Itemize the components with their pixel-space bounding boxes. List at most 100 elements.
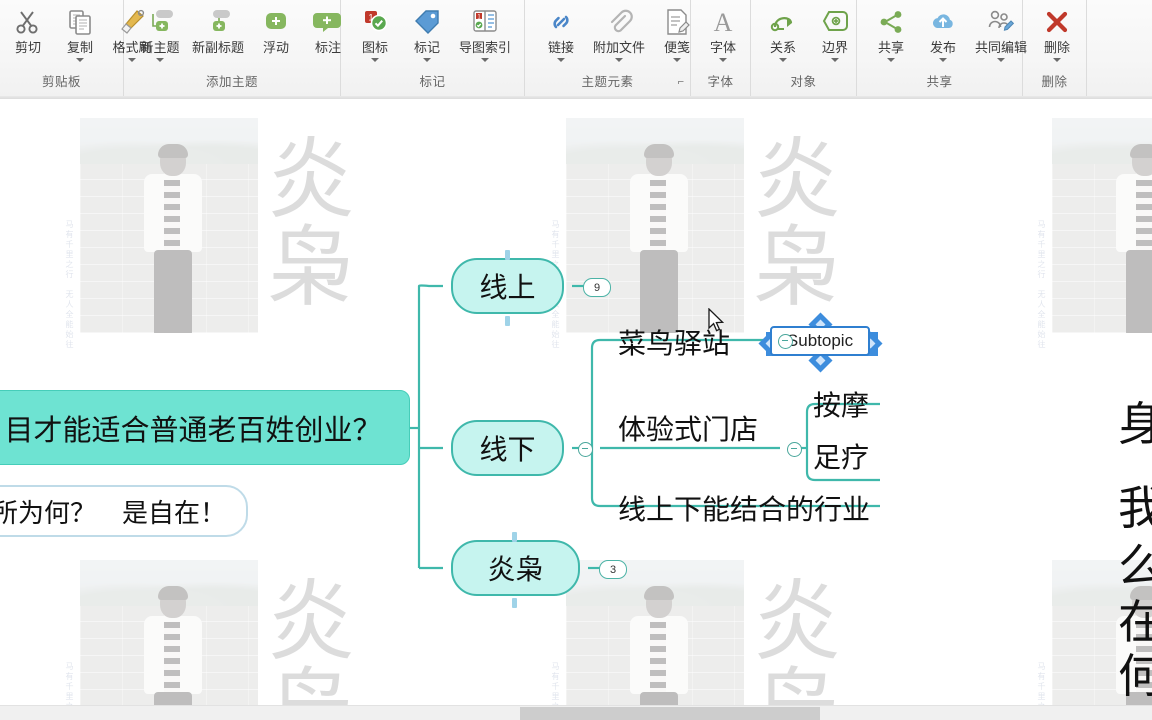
floating-topic-button[interactable]: 浮动: [250, 0, 302, 55]
central-topic-node[interactable]: 目才能适合普通老百姓创业？: [0, 390, 410, 465]
boundary-label: 边界: [821, 40, 848, 55]
chevron-down-icon[interactable]: [371, 58, 379, 62]
share-button[interactable]: 共享: [865, 0, 917, 62]
cloud-upload-icon: [928, 4, 958, 40]
map-index-button[interactable]: 1 导图索引: [453, 0, 517, 62]
child-count-badge-online[interactable]: 9: [583, 278, 611, 297]
right-clipped-node-5[interactable]: 何: [1118, 640, 1152, 705]
main-topic-online[interactable]: 线上: [451, 258, 564, 314]
map-index-label: 导图索引: [459, 40, 512, 55]
new-subtitle-button[interactable]: 新副标题: [186, 0, 250, 55]
chevron-down-icon[interactable]: [557, 58, 565, 62]
tag-label: 标记: [413, 40, 440, 55]
chevron-down-icon[interactable]: [887, 58, 895, 62]
callout-icon: [313, 4, 343, 40]
subtopic-foot-therapy-label: 足疗: [813, 441, 870, 474]
copy-button[interactable]: 复制: [54, 0, 106, 62]
callout-label: 标注: [315, 40, 342, 55]
relationship-button[interactable]: 关系: [757, 0, 809, 62]
chevron-down-icon[interactable]: [481, 58, 489, 62]
relationship-icon: [768, 4, 798, 40]
floating-topic-icon: [261, 4, 291, 40]
chevron-down-icon[interactable]: [673, 58, 682, 62]
right-clipped-node-2[interactable]: 我: [1118, 472, 1152, 538]
collapse-knob-cainiao[interactable]: [778, 334, 793, 349]
group-title-topic-elements: 主题元素: [581, 75, 634, 89]
chevron-down-icon[interactable]: [831, 58, 839, 62]
node-handle-top[interactable]: [512, 532, 517, 542]
subtopic-foot-therapy[interactable]: 足疗: [813, 436, 869, 476]
child-count-yanxiao: 3: [609, 563, 617, 576]
node-handle-bottom[interactable]: [505, 316, 510, 326]
note-icon: [662, 4, 692, 40]
cut-label: 剪切: [14, 40, 41, 55]
group-title-share: 共享: [926, 75, 953, 89]
subtopic-massage[interactable]: 按摩: [813, 384, 869, 424]
copy-label: 复制: [66, 40, 93, 55]
new-topic-label: 新主题: [140, 40, 180, 55]
ribbon-toolbar: 剪切 复制 格式刷 剪贴板 新主题 新副标题 浮动 标注 添加主题 1 图标 标…: [0, 0, 1152, 99]
right-clipped-text-1: 身: [1118, 397, 1152, 451]
new-topic-icon: [144, 4, 176, 40]
subtopic-massage-label: 按摩: [813, 389, 870, 422]
new-subtitle-icon: [202, 4, 234, 40]
collapse-knob-experience-store[interactable]: [787, 442, 802, 457]
floating-topic-label: 浮动: [263, 40, 290, 55]
delete-label: 删除: [1043, 40, 1070, 55]
icon-marker-button[interactable]: 1 图标: [349, 0, 401, 62]
svg-text:A: A: [714, 8, 733, 37]
chevron-down-icon[interactable]: [76, 58, 84, 62]
chevron-down-icon[interactable]: [779, 58, 787, 62]
right-clipped-node-1[interactable]: 身: [1118, 388, 1152, 454]
cut-button[interactable]: 剪切: [2, 0, 54, 55]
hyperlink-button[interactable]: 链接: [535, 0, 587, 62]
hyperlink-label: 链接: [547, 40, 574, 55]
main-topic-yanxiao[interactable]: 炎枭: [451, 540, 580, 596]
group-title-clipboard: 剪贴板: [41, 75, 81, 89]
node-handle-bottom[interactable]: [512, 598, 517, 608]
link-icon: [546, 4, 576, 40]
chevron-down-icon[interactable]: [423, 58, 431, 62]
subtopic-online-offline-industry[interactable]: 线上下能结合的行业: [618, 488, 870, 528]
collapse-knob-offline[interactable]: [578, 442, 593, 457]
chevron-down-icon[interactable]: [997, 58, 1005, 62]
group-title-font: 字体: [707, 75, 734, 89]
attachment-button[interactable]: 附加文件: [587, 0, 651, 62]
node-handle-top[interactable]: [505, 250, 510, 260]
scissors-icon: [13, 4, 43, 40]
font-button[interactable]: A 字体: [697, 0, 749, 62]
chevron-down-icon[interactable]: [156, 58, 164, 62]
chevron-down-icon[interactable]: [615, 58, 623, 62]
main-topic-online-label: 线上: [479, 271, 536, 304]
group-title-object: 对象: [790, 75, 817, 89]
share-nodes-icon: [876, 4, 906, 40]
icon-marker-label: 图标: [361, 40, 388, 55]
tag-icon: [412, 4, 442, 40]
mindmap-canvas[interactable]: 马有千里之行 无人全能始往 炎枭 马有千里之行 无人全能始往 炎枭 马有千里之行…: [0, 100, 1152, 705]
new-topic-button[interactable]: 新主题: [134, 0, 186, 62]
chevron-down-icon[interactable]: [1053, 58, 1061, 62]
tag-button[interactable]: 标记: [401, 0, 453, 62]
subtopic-experience-store[interactable]: 体验式门店: [618, 408, 758, 448]
group-title-delete: 删除: [1041, 75, 1068, 89]
share-label: 共享: [877, 40, 904, 55]
ribbon-group-topic-elements: 链接 附加文件 便笺 ⌐ 主题元素: [525, 0, 691, 96]
secondary-clipped-node[interactable]: 所为何？ 是自在！: [0, 485, 248, 537]
subtopic-cainiao-station[interactable]: 菜鸟驿站: [618, 322, 730, 362]
subtopic-cainiao-station-label: 菜鸟驿站: [618, 327, 731, 360]
horizontal-scrollbar[interactable]: [0, 705, 1152, 720]
child-count-badge-yanxiao[interactable]: 3: [599, 560, 627, 579]
main-topic-offline[interactable]: 线下: [451, 420, 564, 476]
font-a-icon: A: [708, 4, 738, 40]
publish-label: 发布: [929, 40, 956, 55]
note-label: 便笺: [664, 40, 691, 55]
horizontal-scrollbar-thumb[interactable]: [520, 707, 820, 720]
publish-button[interactable]: 发布: [917, 0, 969, 62]
boundary-icon: [820, 4, 850, 40]
boundary-button[interactable]: 边界: [809, 0, 861, 62]
delete-button[interactable]: 删除: [1031, 0, 1083, 62]
font-label: 字体: [709, 40, 736, 55]
chevron-down-icon[interactable]: [719, 58, 727, 62]
chevron-down-icon[interactable]: [939, 58, 947, 62]
central-topic-text: 目才能适合普通老百姓创业？: [4, 412, 382, 447]
